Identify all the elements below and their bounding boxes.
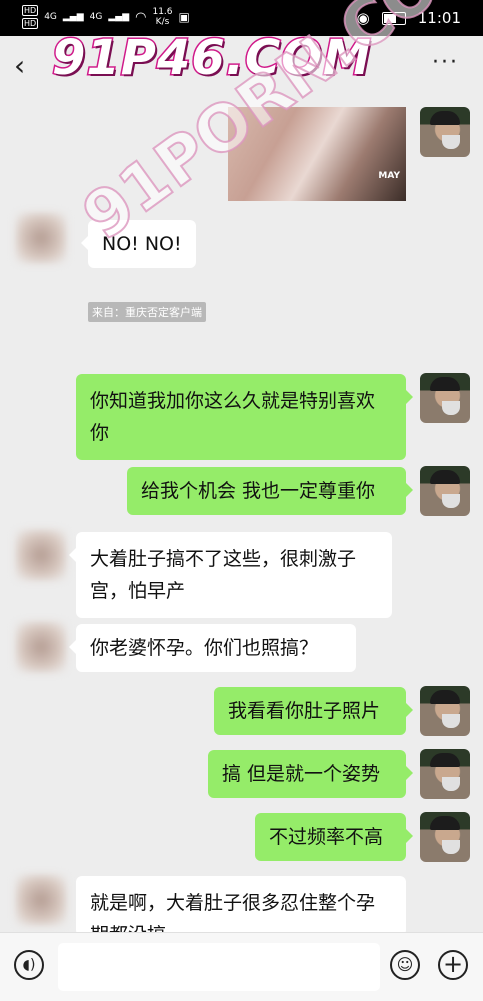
avatar[interactable] [16, 875, 66, 925]
plus-icon[interactable]: + [438, 950, 468, 980]
hd-badge: HD [22, 18, 39, 29]
avatar[interactable] [420, 107, 470, 157]
avatar[interactable] [420, 812, 470, 862]
net-speed: 11.6 K/s [152, 7, 172, 27]
avatar[interactable] [16, 213, 66, 263]
signal-4g-label: 4G [89, 12, 103, 22]
wifi-icon: ◠ [135, 9, 147, 25]
message-bubble-in[interactable]: 你老婆怀孕。你们也照搞？ [69, 624, 356, 672]
avatar[interactable] [16, 530, 66, 580]
emoji-icon[interactable]: ☺ [390, 950, 420, 980]
hd-badge: HD [22, 5, 39, 16]
message-bubble-out[interactable]: 你知道我加你这么久就是特别喜欢你 [76, 374, 413, 460]
message-bubble-out[interactable]: 给我个机会 我也一定尊重你 [127, 467, 413, 515]
avatar[interactable] [420, 686, 470, 736]
message-bubble-out[interactable]: 搞 但是就一个姿势 [208, 750, 413, 798]
more-dots-icon[interactable]: ··· [432, 50, 459, 75]
input-bar: ◖) ☺ + [0, 932, 483, 1001]
avatar[interactable] [420, 373, 470, 423]
message-input[interactable] [58, 943, 380, 991]
message-bubble-out[interactable]: 不过频率不高 [255, 813, 413, 861]
signal-4g-label: 4G [44, 12, 57, 22]
net-speed-value: 11.6 [152, 7, 173, 17]
avatar[interactable] [16, 622, 66, 672]
message-bubble-in[interactable]: 大着肚子搞不了这些，很刺激子宫，怕早产 [69, 532, 392, 618]
message-bubble-in[interactable]: 就是啊，大着肚子很多忍住整个孕期都没搞 [76, 876, 406, 936]
chevron-left-icon[interactable]: ‹ [14, 52, 25, 80]
message-bubble-out[interactable]: 我看看你肚子照片 [214, 687, 413, 735]
signal-icon: ▂▄▆ [62, 12, 84, 22]
avatar[interactable] [420, 466, 470, 516]
avatar[interactable] [420, 749, 470, 799]
net-speed-unit: K/s [155, 17, 170, 27]
signal-icon: ▂▄▆ [108, 12, 130, 22]
source-note: 来自：重庆否定客户端 [88, 302, 206, 322]
notification-icon: ▣ [178, 10, 190, 24]
voice-icon[interactable]: ◖) [14, 950, 44, 980]
photo-brand-mark: MAY [378, 171, 400, 181]
